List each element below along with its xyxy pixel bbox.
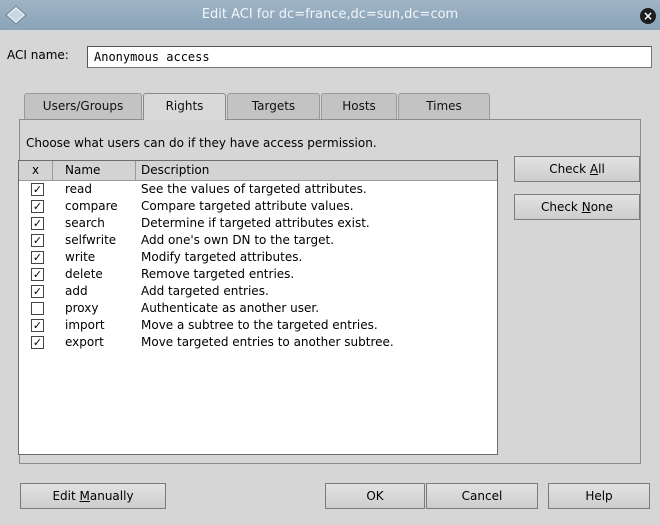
aci-name-label: ACI name: <box>7 48 69 62</box>
right-description: Determine if targeted attributes exist. <box>141 216 370 230</box>
table-row[interactable]: ✓ add Add targeted entries. <box>19 283 497 300</box>
right-name: compare <box>65 199 118 213</box>
check-all-label: Check All <box>549 162 605 176</box>
right-description: See the values of targeted attributes. <box>141 182 367 196</box>
table-row[interactable]: ✓ search Determine if targeted attributes … <box>19 215 497 232</box>
ok-label: OK <box>366 489 384 503</box>
table-row[interactable]: ✓ compare Compare targeted attribute value… <box>19 198 497 215</box>
check-none-button[interactable]: Check None <box>514 194 640 220</box>
table-row[interactable]: ✓ delete Remove targeted entries. <box>19 266 497 283</box>
right-description: Modify targeted attributes. <box>141 250 303 264</box>
table-row[interactable]: ✓ selfwrite Add one's own DN to the target… <box>19 232 497 249</box>
row-checkbox[interactable]: ✓ <box>31 319 44 332</box>
table-row[interactable]: ✓ read See the values of targeted attribut… <box>19 181 497 198</box>
column-header-name[interactable]: Name <box>53 161 136 180</box>
window-title: Edit ACI for dc=france,dc=sun,dc=com <box>201 7 459 22</box>
right-description: Move a subtree to the targeted entries. <box>141 318 378 332</box>
row-checkbox[interactable]: ✓ <box>31 285 44 298</box>
tab-rights[interactable]: Rights <box>143 93 226 120</box>
tab-targets[interactable]: Targets <box>227 93 320 119</box>
cancel-button[interactable]: Cancel <box>426 483 538 509</box>
row-checkbox[interactable]: ✓ <box>31 268 44 281</box>
check-none-label: Check None <box>540 200 614 214</box>
right-description: Compare targeted attribute values. <box>141 199 354 213</box>
right-name: read <box>65 182 93 196</box>
right-name: delete <box>65 267 103 281</box>
rights-table: x Name Description ✓ read See the values o… <box>18 160 498 455</box>
right-name: search <box>65 216 105 230</box>
right-name: export <box>65 335 104 349</box>
table-header: x Name Description <box>19 161 497 181</box>
table-row[interactable]: ✓ import Move a subtree to the targeted en… <box>19 317 497 334</box>
row-checkbox[interactable]: ✓ <box>31 200 44 213</box>
aci-name-field[interactable]: Anonymous access <box>87 46 652 68</box>
title-bar[interactable]: Edit ACI for dc=france,dc=sun,dc=com × <box>0 0 660 30</box>
right-name: add <box>65 284 88 298</box>
close-icon[interactable]: × <box>640 8 656 24</box>
cancel-label: Cancel <box>461 489 503 503</box>
edit-manually-button[interactable]: Edit Manually <box>20 483 166 509</box>
row-checkbox[interactable]: ✓ <box>31 183 44 196</box>
tab-hosts[interactable]: Hosts <box>321 93 397 119</box>
row-checkbox[interactable]: ✓ <box>31 234 44 247</box>
table-row[interactable]: proxy Authenticate as another user. <box>19 300 497 317</box>
tab-times[interactable]: Times <box>398 93 490 119</box>
right-description: Remove targeted entries. <box>141 267 295 281</box>
row-checkbox[interactable]: ✓ <box>31 251 44 264</box>
help-button[interactable]: Help <box>548 483 650 509</box>
column-header-description[interactable]: Description <box>136 161 497 180</box>
rights-instruction: Choose what users can do if they have ac… <box>26 136 377 150</box>
right-description: Authenticate as another user. <box>141 301 320 315</box>
right-description: Add one's own DN to the target. <box>141 233 335 247</box>
right-description: Add targeted entries. <box>141 284 269 298</box>
right-description: Move targeted entries to another subtree… <box>141 335 394 349</box>
edit-manually-label: Edit Manually <box>52 489 134 503</box>
row-checkbox[interactable]: ✓ <box>31 217 44 230</box>
right-name: selfwrite <box>65 233 117 247</box>
row-checkbox[interactable]: ✓ <box>31 336 44 349</box>
table-row[interactable]: ✓ export Move targeted entries to another … <box>19 334 497 351</box>
right-name: import <box>65 318 105 332</box>
tab-users-groups[interactable]: Users/Groups <box>24 93 142 119</box>
row-checkbox[interactable] <box>31 302 44 315</box>
right-name: write <box>65 250 96 264</box>
help-label: Help <box>585 489 613 503</box>
column-header-check[interactable]: x <box>19 161 53 180</box>
check-all-button[interactable]: Check All <box>514 156 640 182</box>
ok-button[interactable]: OK <box>325 483 425 509</box>
right-name: proxy <box>65 301 99 315</box>
table-row[interactable]: ✓ write Modify targeted attributes. <box>19 249 497 266</box>
